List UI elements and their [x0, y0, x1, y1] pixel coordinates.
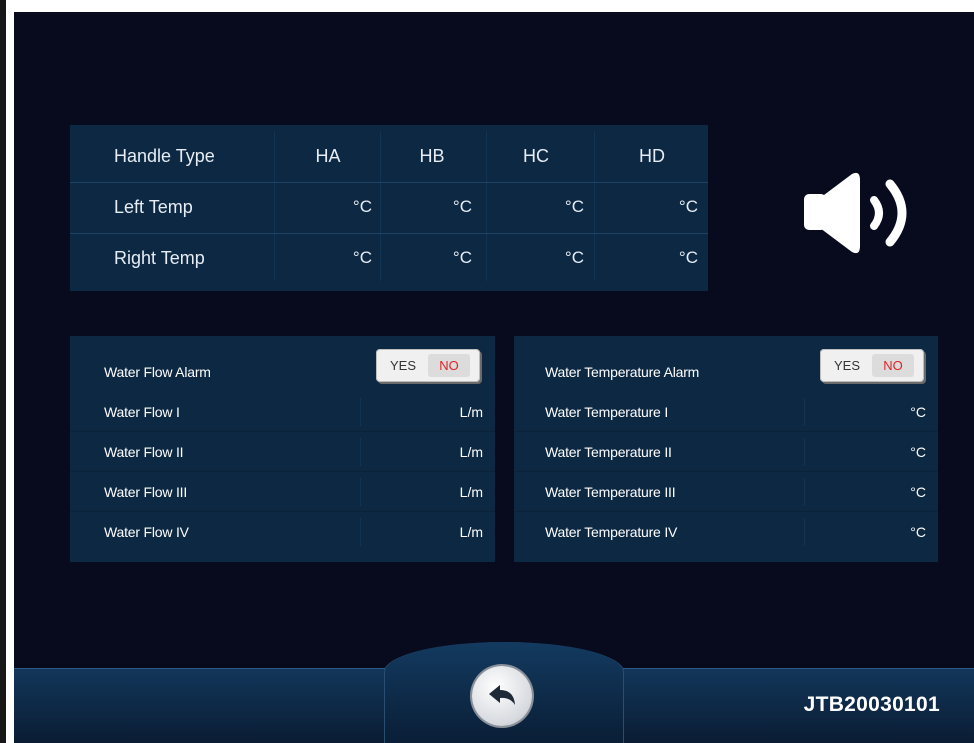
water-flow-2-unit: L/m — [459, 444, 483, 460]
water-temperature-4-unit: °C — [910, 524, 926, 540]
water-flow-2-label: Water Flow II — [104, 444, 184, 460]
right-temp-row: Right Temp °C °C °C °C — [70, 233, 708, 283]
water-flow-1-label: Water Flow I — [104, 404, 180, 420]
toggle-yes-option[interactable]: YES — [826, 354, 868, 377]
column-divider — [360, 398, 361, 426]
left-temp-hc-unit: °C — [564, 197, 584, 216]
water-temperature-row: Water Temperature I °C — [514, 392, 938, 432]
water-temperature-1-unit: °C — [910, 404, 926, 420]
handle-temperature-table: Handle Type HA HB HC HD Left Temp °C °C … — [70, 125, 708, 291]
water-flow-3-unit: L/m — [459, 484, 483, 500]
handle-type-label: Handle Type — [114, 146, 215, 166]
toggle-no-option[interactable]: NO — [428, 354, 470, 377]
column-divider — [804, 478, 805, 506]
water-flow-3-label: Water Flow III — [104, 484, 188, 500]
right-temp-hc-unit: °C — [564, 248, 584, 267]
left-temp-row: Left Temp °C °C °C °C — [70, 182, 708, 232]
device-id: JTB20030101 — [803, 693, 940, 716]
water-flow-row: Water Flow II L/m — [70, 432, 495, 472]
water-flow-alarm-row: Water Flow Alarm YES NO — [70, 349, 495, 392]
column-divider — [360, 518, 361, 546]
toggle-no-option[interactable]: NO — [872, 354, 914, 377]
left-temp-ha-unit: °C — [352, 197, 372, 216]
water-temperature-row: Water Temperature III °C — [514, 472, 938, 512]
column-hb: HB — [419, 146, 445, 166]
column-divider — [804, 438, 805, 466]
water-flow-4-unit: L/m — [459, 524, 483, 540]
water-flow-alarm-toggle[interactable]: YES NO — [376, 349, 480, 382]
toggle-yes-option[interactable]: YES — [382, 354, 424, 377]
water-flow-alarm-label: Water Flow Alarm — [104, 364, 211, 380]
settings-screen: Handle Type HA HB HC HD Left Temp °C °C … — [14, 12, 974, 743]
water-temperature-panel: Water Temperature Alarm YES NO Water Tem… — [514, 336, 938, 562]
water-temperature-alarm-label: Water Temperature Alarm — [545, 364, 700, 380]
water-temperature-3-label: Water Temperature III — [545, 484, 676, 500]
back-arrow-icon — [489, 685, 515, 705]
right-temp-hd-unit: °C — [678, 248, 698, 267]
back-button[interactable] — [472, 666, 532, 726]
water-temperature-4-label: Water Temperature IV — [545, 524, 678, 540]
column-divider — [360, 478, 361, 506]
water-flow-row: Water Flow III L/m — [70, 472, 495, 512]
right-temp-hb-unit: °C — [452, 248, 472, 267]
column-hd: HD — [639, 146, 665, 166]
left-edge-rule — [0, 0, 6, 743]
water-flow-row: Water Flow IV L/m — [70, 512, 495, 552]
right-temp-label: Right Temp — [114, 248, 205, 268]
speaker-volume-icon[interactable] — [804, 170, 924, 256]
water-temperature-alarm-row: Water Temperature Alarm YES NO — [514, 349, 938, 392]
column-divider — [804, 518, 805, 546]
column-ha: HA — [315, 146, 341, 166]
water-temperature-row: Water Temperature II °C — [514, 432, 938, 472]
water-temperature-2-unit: °C — [910, 444, 926, 460]
handle-type-row: Handle Type HA HB HC HD — [70, 131, 708, 181]
left-temp-hd-unit: °C — [678, 197, 698, 216]
left-temp-label: Left Temp — [114, 197, 193, 217]
water-flow-4-label: Water Flow IV — [104, 524, 189, 540]
water-temperature-alarm-toggle[interactable]: YES NO — [820, 349, 924, 382]
water-temperature-3-unit: °C — [910, 484, 926, 500]
water-temperature-2-label: Water Temperature II — [545, 444, 672, 460]
water-flow-panel: Water Flow Alarm YES NO Water Flow I L/m… — [70, 336, 495, 562]
water-flow-row: Water Flow I L/m — [70, 392, 495, 432]
column-hc: HC — [523, 146, 549, 166]
water-temperature-row: Water Temperature IV °C — [514, 512, 938, 552]
column-divider — [360, 438, 361, 466]
water-temperature-1-label: Water Temperature I — [545, 404, 669, 420]
right-temp-ha-unit: °C — [352, 248, 372, 267]
water-flow-1-unit: L/m — [459, 404, 483, 420]
column-divider — [804, 398, 805, 426]
left-temp-hb-unit: °C — [452, 197, 472, 216]
